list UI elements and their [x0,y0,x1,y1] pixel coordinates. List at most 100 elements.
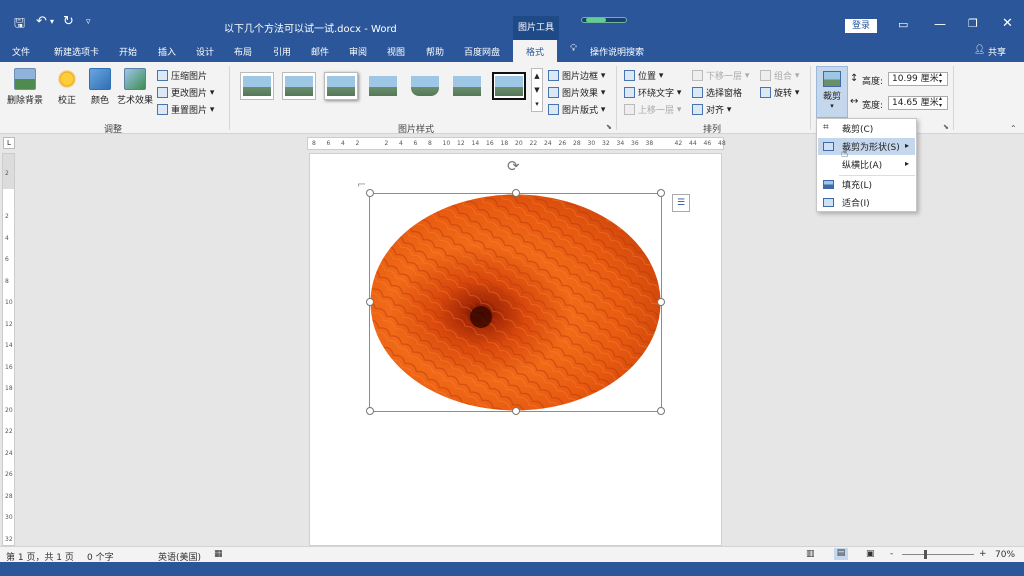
rotate-button[interactable]: 旋转 ▾ [760,86,799,99]
undo-dropdown-icon[interactable]: ▾ [50,17,54,26]
align-button[interactable]: 对齐 ▾ [692,103,731,116]
minimize-icon[interactable]: — [934,17,946,31]
picture-style-5[interactable] [408,72,442,100]
align-label: 对齐 [706,106,725,116]
group-icon [760,70,771,81]
customize-toolbar-icon[interactable]: ▿ [86,17,91,27]
width-label: 宽度: [862,101,884,111]
styles-launcher-icon[interactable]: ⬊ [606,123,612,131]
fill-icon [823,180,834,189]
restore-icon[interactable]: ❐ [968,17,978,30]
zoom-slider[interactable] [902,554,974,555]
tab-baidu[interactable]: 百度网盘 [464,45,500,58]
wrap-text-button[interactable]: 环绕文字 ▾ [624,86,681,99]
close-icon[interactable]: ✕ [1002,16,1013,31]
picture-effects-button[interactable]: 图片效果 ▾ [548,86,605,99]
tab-view[interactable]: 视图 [387,45,405,58]
tab-file[interactable]: 文件 [12,45,30,58]
tab-references[interactable]: 引用 [273,45,291,58]
flower-picture[interactable] [370,194,661,411]
ribbon-display-icon[interactable]: ▭ [898,18,908,31]
selection-pane-button[interactable]: 选择窗格 [692,86,742,99]
menu-item-fit[interactable]: 适合(I) [818,194,915,211]
share-button[interactable]: 共享 [988,45,1006,58]
ruler-tick: 6 [5,256,9,263]
crop-button[interactable]: 裁剪 ▾ [816,66,848,118]
tab-mailings[interactable]: 邮件 [311,45,329,58]
tab-format[interactable]: 格式 [513,40,557,62]
resize-handle-b[interactable] [512,407,520,415]
share-icon[interactable]: 👤︎ [974,45,985,55]
ruler-tick: 18 [5,385,13,392]
artistic-effects-button[interactable]: 艺术效果 [116,68,154,106]
menu-item-fill[interactable]: 填充(L) [818,176,915,193]
send-backward-button[interactable]: 下移一层 ▾ [692,69,749,82]
ruler-tick: 4 [399,140,403,147]
wrap-text-label: 环绕文字 [638,89,675,99]
resize-handle-bl[interactable] [366,407,374,415]
menu-item-crop-to-shape[interactable]: 裁剪为形状(S) ▸ [818,138,915,155]
resize-handle-t[interactable] [512,189,520,197]
compress-pictures-button[interactable]: 压缩图片 [157,69,207,82]
resize-handle-tl[interactable] [366,189,374,197]
align-icon [692,104,703,115]
picture-style-2[interactable] [282,72,316,100]
picture-style-6[interactable] [450,72,484,100]
mouse-cursor-icon: ☝︎ [841,146,849,160]
group-button[interactable]: 组合 ▾ [760,69,799,82]
ruler-tick: 4 [5,234,9,242]
menu-item-aspect-ratio[interactable]: 纵横比(A) ▸ [818,156,915,173]
resize-handle-l[interactable] [366,298,374,306]
print-layout-icon[interactable]: ▤ [834,548,848,560]
picture-style-1[interactable] [240,72,274,100]
macro-icon[interactable]: ▦ [214,549,223,559]
horizontal-ruler: 8 6 4 2 2 4 6 8 10 12 14 16 18 20 22 24 26 28 30 32 34 36 38 42… [307,137,726,150]
tab-insert[interactable]: 插入 [158,45,176,58]
bring-forward-button[interactable]: 上移一层 ▾ [624,103,681,116]
resize-handle-r[interactable] [657,298,665,306]
zoom-slider-thumb[interactable] [924,550,927,559]
width-spinner-icon[interactable]: ▴ ▾ [939,95,942,109]
read-mode-icon[interactable]: ▥ [806,549,815,559]
height-spinner-icon[interactable]: ▴ ▾ [939,71,942,85]
ruler-tick: 26 [558,140,567,147]
zoom-level[interactable]: 70% [995,550,1015,560]
zoom-in-button[interactable]: + [979,549,987,559]
rotate-handle-icon[interactable]: ⟳ [507,157,520,175]
menu-item-crop[interactable]: ⌗ 裁剪(C) [818,120,915,137]
undo-icon[interactable]: ↶ [36,14,47,29]
remove-background-icon [14,68,36,90]
taskbar-strip [0,562,1024,576]
tab-review[interactable]: 审阅 [349,45,367,58]
redo-icon[interactable]: ↻ [63,14,74,29]
position-button[interactable]: 位置 ▾ [624,69,663,82]
styles-gallery-scroll[interactable]: ▲ ▼ ▾ [531,68,543,112]
tab-selector-icon[interactable]: L [3,137,15,149]
tell-me-search[interactable]: 操作说明搜索 [590,45,644,58]
picture-style-3[interactable] [324,72,358,100]
collapse-ribbon-icon[interactable]: ⌃ [1010,124,1017,133]
zoom-out-button[interactable]: - [890,549,893,559]
tab-help[interactable]: 帮助 [426,45,444,58]
picture-style-4[interactable] [366,72,400,100]
tab-home[interactable]: 开始 [119,45,137,58]
tab-new[interactable]: 新建选项卡 [54,45,99,58]
size-launcher-icon[interactable]: ⬊ [943,123,949,131]
login-button[interactable]: 登录 [845,19,877,33]
picture-layout-button[interactable]: 图片版式 ▾ [548,103,605,116]
web-layout-icon[interactable]: ▣ [866,549,875,559]
save-icon[interactable]: 🖫 [14,14,25,36]
resize-handle-br[interactable] [657,407,665,415]
picture-border-button[interactable]: 图片边框 ▾ [548,69,605,82]
tab-layout[interactable]: 布局 [234,45,252,58]
corrections-button[interactable]: 校正 [55,68,79,106]
tab-design[interactable]: 设计 [196,45,214,58]
resize-handle-tr[interactable] [657,189,665,197]
color-button[interactable]: 颜色 [88,68,112,106]
remove-background-button[interactable]: 删除背景 [5,68,45,106]
layout-options-icon[interactable]: ☰ [672,194,690,212]
picture-style-7[interactable] [492,72,526,100]
reset-picture-button[interactable]: 重置图片 ▾ [157,103,214,116]
change-picture-button[interactable]: 更改图片 ▾ [157,86,214,99]
crop-icon [823,71,841,87]
